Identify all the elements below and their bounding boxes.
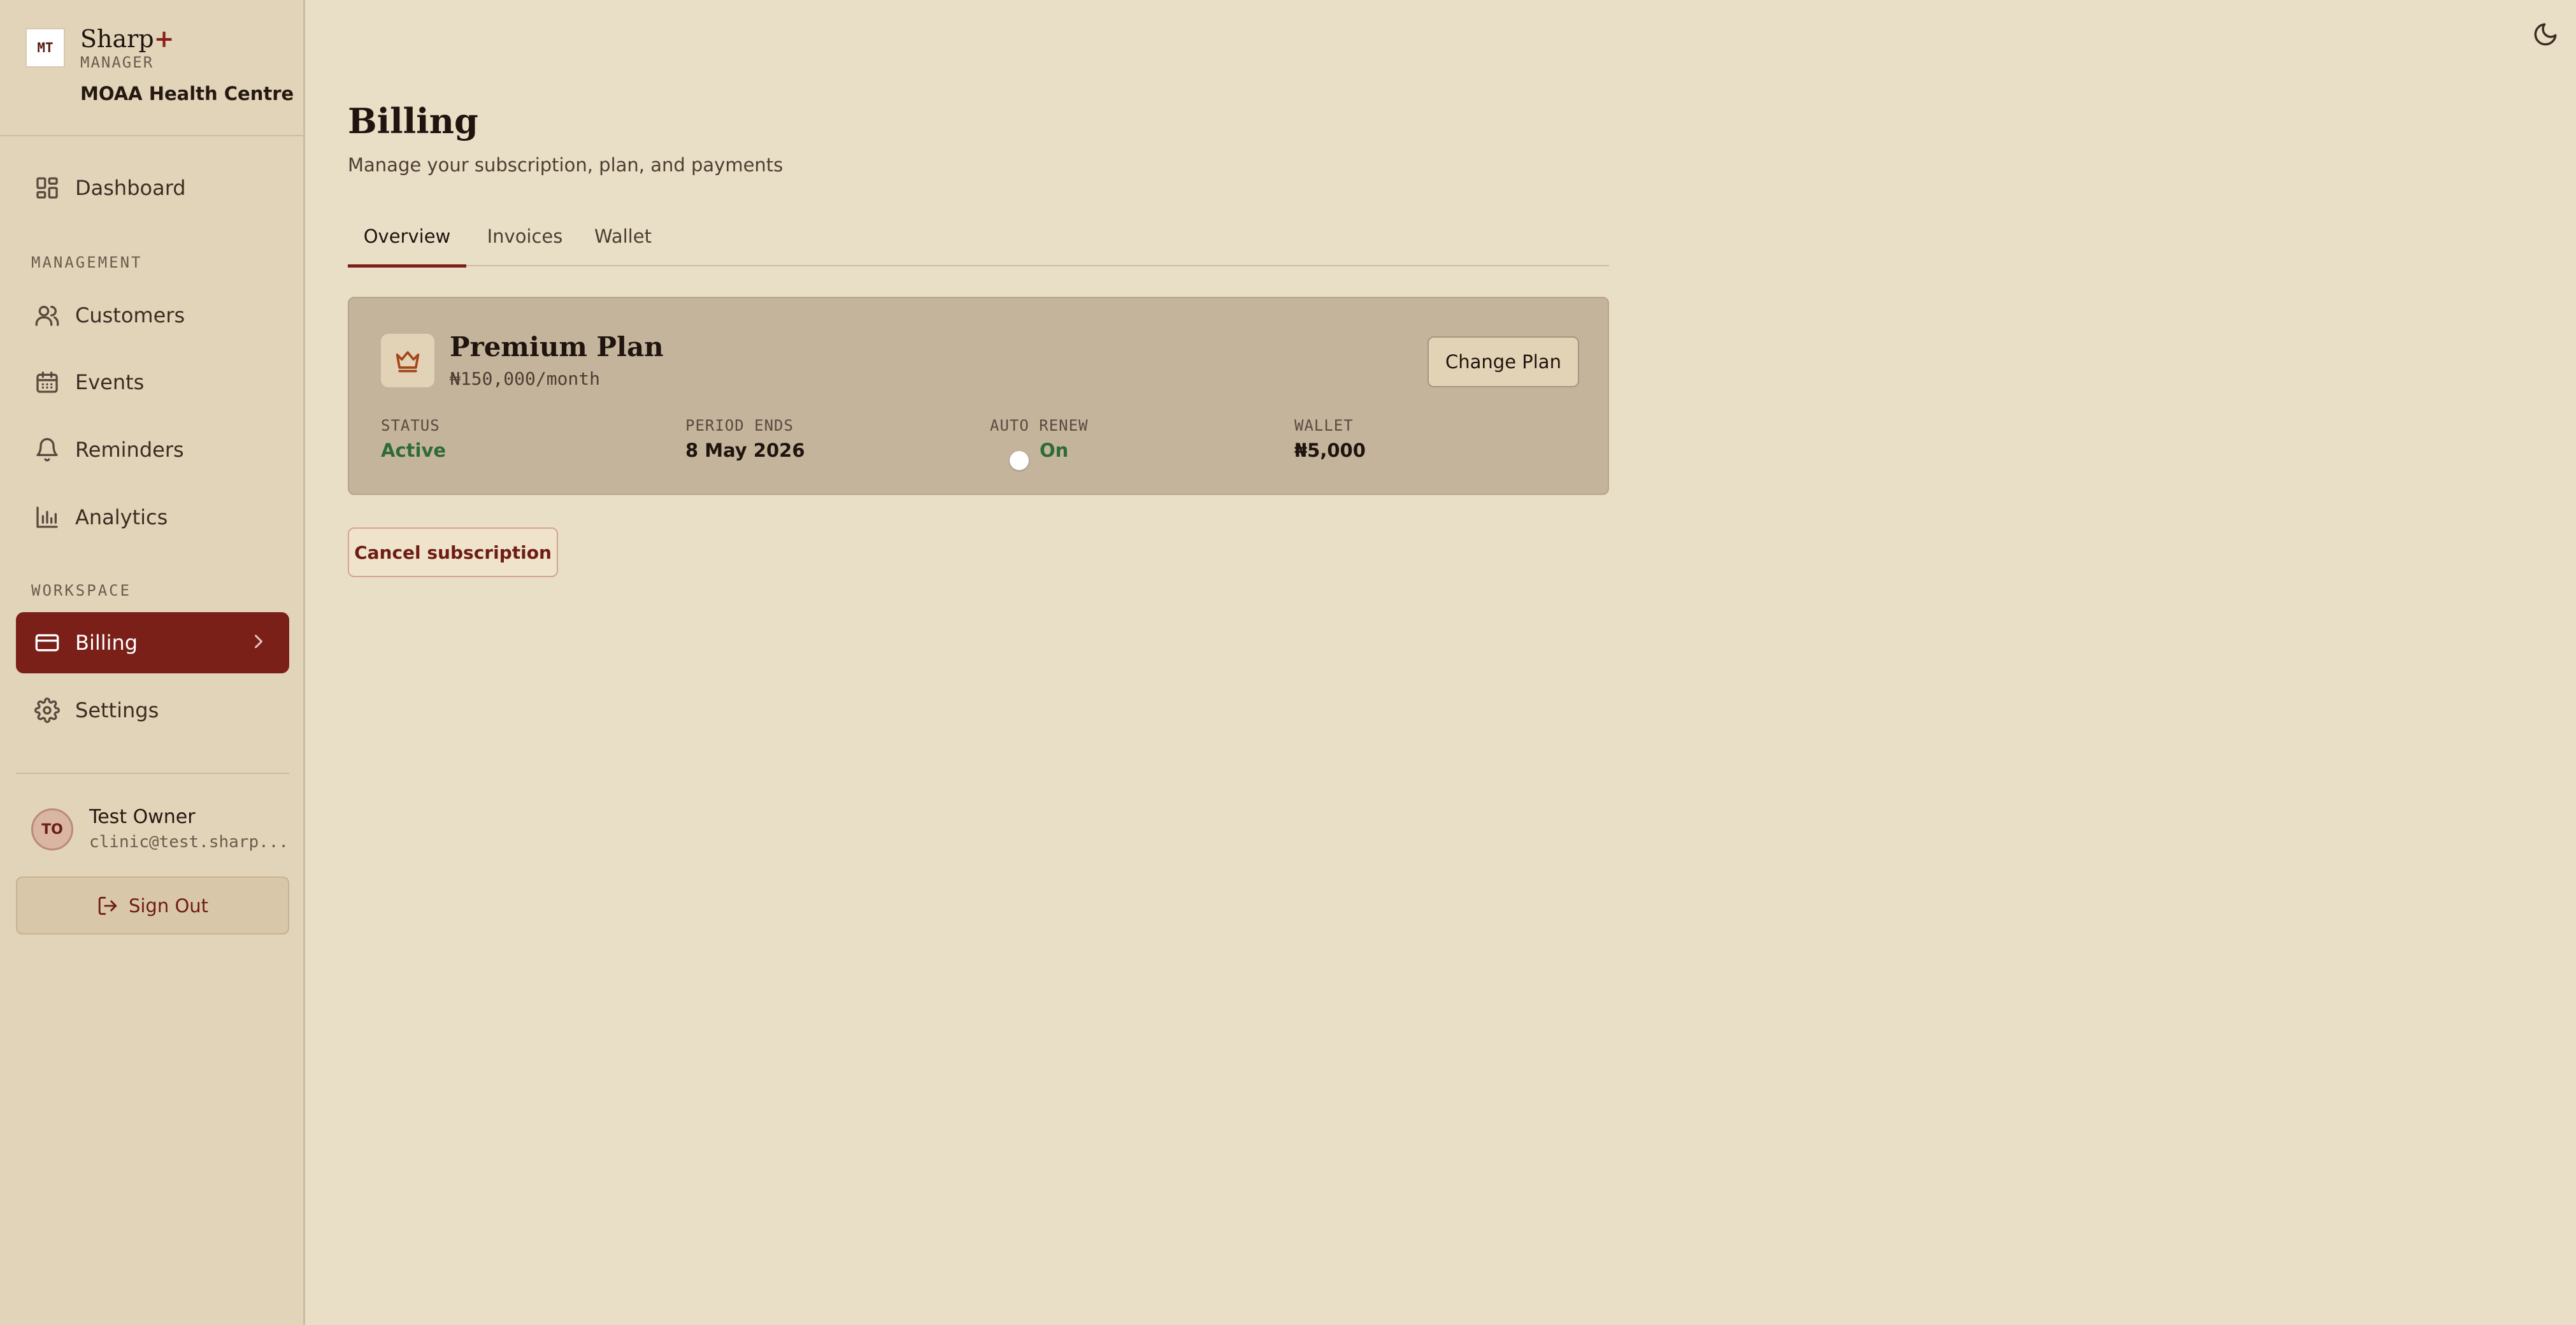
users-icon: [32, 300, 62, 331]
sign-out-label: Sign Out: [128, 894, 209, 917]
auto-renew-value: On: [1040, 440, 1069, 461]
sidebar-item-billing[interactable]: Billing: [16, 612, 289, 673]
period-ends-value: 8 May 2026: [685, 440, 805, 461]
bar-chart-icon: [32, 502, 62, 533]
change-plan-button[interactable]: Change Plan: [1428, 336, 1579, 387]
plan-card: Premium Plan ₦150,000/month Change Plan …: [348, 297, 1609, 495]
plan-price: ₦150,000/month: [450, 368, 601, 389]
sidebar: MT Sharp+ MANAGER MOAA Health Centre Das…: [0, 0, 305, 1325]
sign-out-icon: [98, 896, 117, 915]
sidebar-item-label: Reminders: [75, 438, 184, 462]
sidebar-item-label: Events: [75, 370, 145, 394]
brand-name-text: Sharp: [80, 25, 154, 53]
sidebar-item-events[interactable]: Events: [16, 352, 289, 413]
sidebar-item-dashboard[interactable]: Dashboard: [16, 157, 289, 218]
user-name: Test Owner: [89, 806, 196, 828]
auto-renew-label: AUTO RENEW: [990, 417, 1089, 434]
sidebar-item-settings[interactable]: Settings: [16, 680, 289, 741]
sidebar-item-label: Settings: [75, 698, 159, 722]
sidebar-divider: [0, 135, 305, 136]
chevron-right-icon: [247, 630, 270, 658]
period-ends-label: PERIOD ENDS: [685, 417, 794, 434]
sidebar-item-label: Billing: [75, 631, 138, 655]
app-root: MT Sharp+ MANAGER MOAA Health Centre Das…: [0, 0, 2576, 1325]
auto-renew-toggle[interactable]: [1010, 451, 1029, 470]
crown-icon: [381, 334, 434, 387]
tab-overview[interactable]: Overview: [348, 226, 466, 268]
theme-toggle-button[interactable]: [2532, 21, 2559, 48]
calendar-icon: [32, 367, 62, 398]
status-value: Active: [381, 440, 447, 461]
billing-tabs: Overview Invoices Wallet: [348, 217, 1609, 268]
tab-wallet[interactable]: Wallet: [581, 226, 665, 265]
moon-icon: [2534, 23, 2557, 46]
wallet-value: ₦5,000: [1294, 440, 1366, 461]
user-email: clinic@test.sharp...: [89, 833, 289, 852]
sign-out-button[interactable]: Sign Out: [16, 877, 289, 935]
sidebar-item-reminders[interactable]: Reminders: [16, 419, 289, 480]
avatar: TO: [31, 808, 73, 850]
plan-name: Premium Plan: [450, 331, 664, 362]
sidebar-item-label: Customers: [75, 303, 185, 327]
bell-icon: [32, 434, 62, 465]
sidebar-item-analytics[interactable]: Analytics: [16, 487, 289, 548]
cancel-subscription-button[interactable]: Cancel subscription: [348, 527, 558, 577]
credit-card-icon: [32, 627, 62, 658]
dashboard-icon: [32, 173, 62, 203]
brand-plus: +: [154, 24, 175, 53]
page-subtitle: Manage your subscription, plan, and paym…: [348, 154, 784, 176]
section-label-management: MANAGEMENT: [31, 254, 143, 271]
page-title: Billing: [348, 101, 478, 141]
sidebar-item-customers[interactable]: Customers: [16, 285, 289, 346]
gear-icon: [32, 695, 62, 726]
brand-name: Sharp+: [80, 24, 175, 53]
section-label-workspace: WORKSPACE: [31, 582, 132, 599]
organization-name: MOAA Health Centre: [80, 83, 294, 104]
wallet-label: WALLET: [1294, 417, 1354, 434]
brand-tag: MANAGER: [80, 54, 154, 71]
sidebar-divider: [16, 773, 289, 774]
status-label: STATUS: [381, 417, 440, 434]
user-profile[interactable]: TO Test Owner clinic@test.sharp...: [31, 805, 292, 853]
brand: MT Sharp+ MANAGER MOAA Health Centre: [25, 24, 294, 111]
sidebar-item-label: Dashboard: [75, 176, 186, 200]
tab-invoices[interactable]: Invoices: [475, 226, 575, 265]
brand-logo: MT: [25, 28, 65, 68]
sidebar-item-label: Analytics: [75, 505, 168, 529]
